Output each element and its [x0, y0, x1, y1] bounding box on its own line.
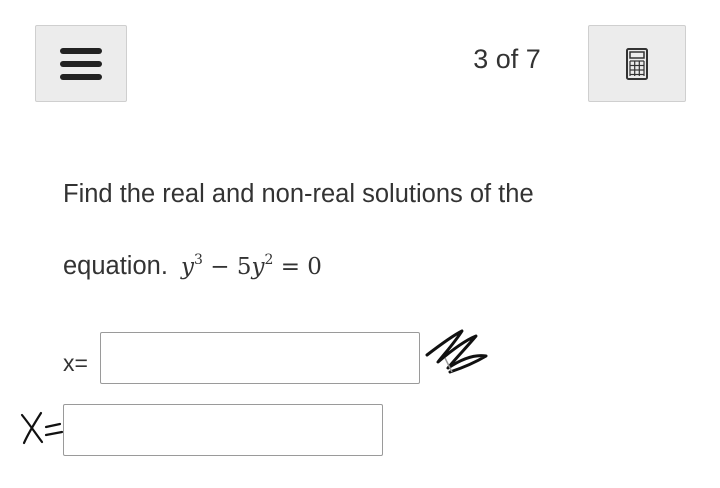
equation: y3 − 5y2 = 0: [181, 252, 322, 280]
handwritten-x: [20, 411, 44, 445]
question-text-line1: Find the real and non-real solutions of …: [63, 180, 534, 208]
question-counter: 3 of 7: [473, 44, 541, 74]
scribble-mark: [425, 329, 488, 374]
menu-button[interactable]: [35, 25, 127, 102]
answer-input-2[interactable]: [63, 404, 383, 456]
calculator-button[interactable]: [588, 25, 686, 102]
page: 3 of 7 Find the real and non-real soluti…: [0, 0, 720, 488]
question-text-prefix: equation.: [63, 252, 168, 280]
answer-label-1: x=: [63, 350, 88, 376]
question-text-line2: equation. y3 − 5y2 = 0: [63, 252, 322, 281]
answer-input-1[interactable]: [100, 332, 420, 384]
hamburger-menu-icon: [60, 47, 102, 80]
handwritten-equals: [44, 422, 64, 437]
calculator-icon: [626, 47, 648, 80]
